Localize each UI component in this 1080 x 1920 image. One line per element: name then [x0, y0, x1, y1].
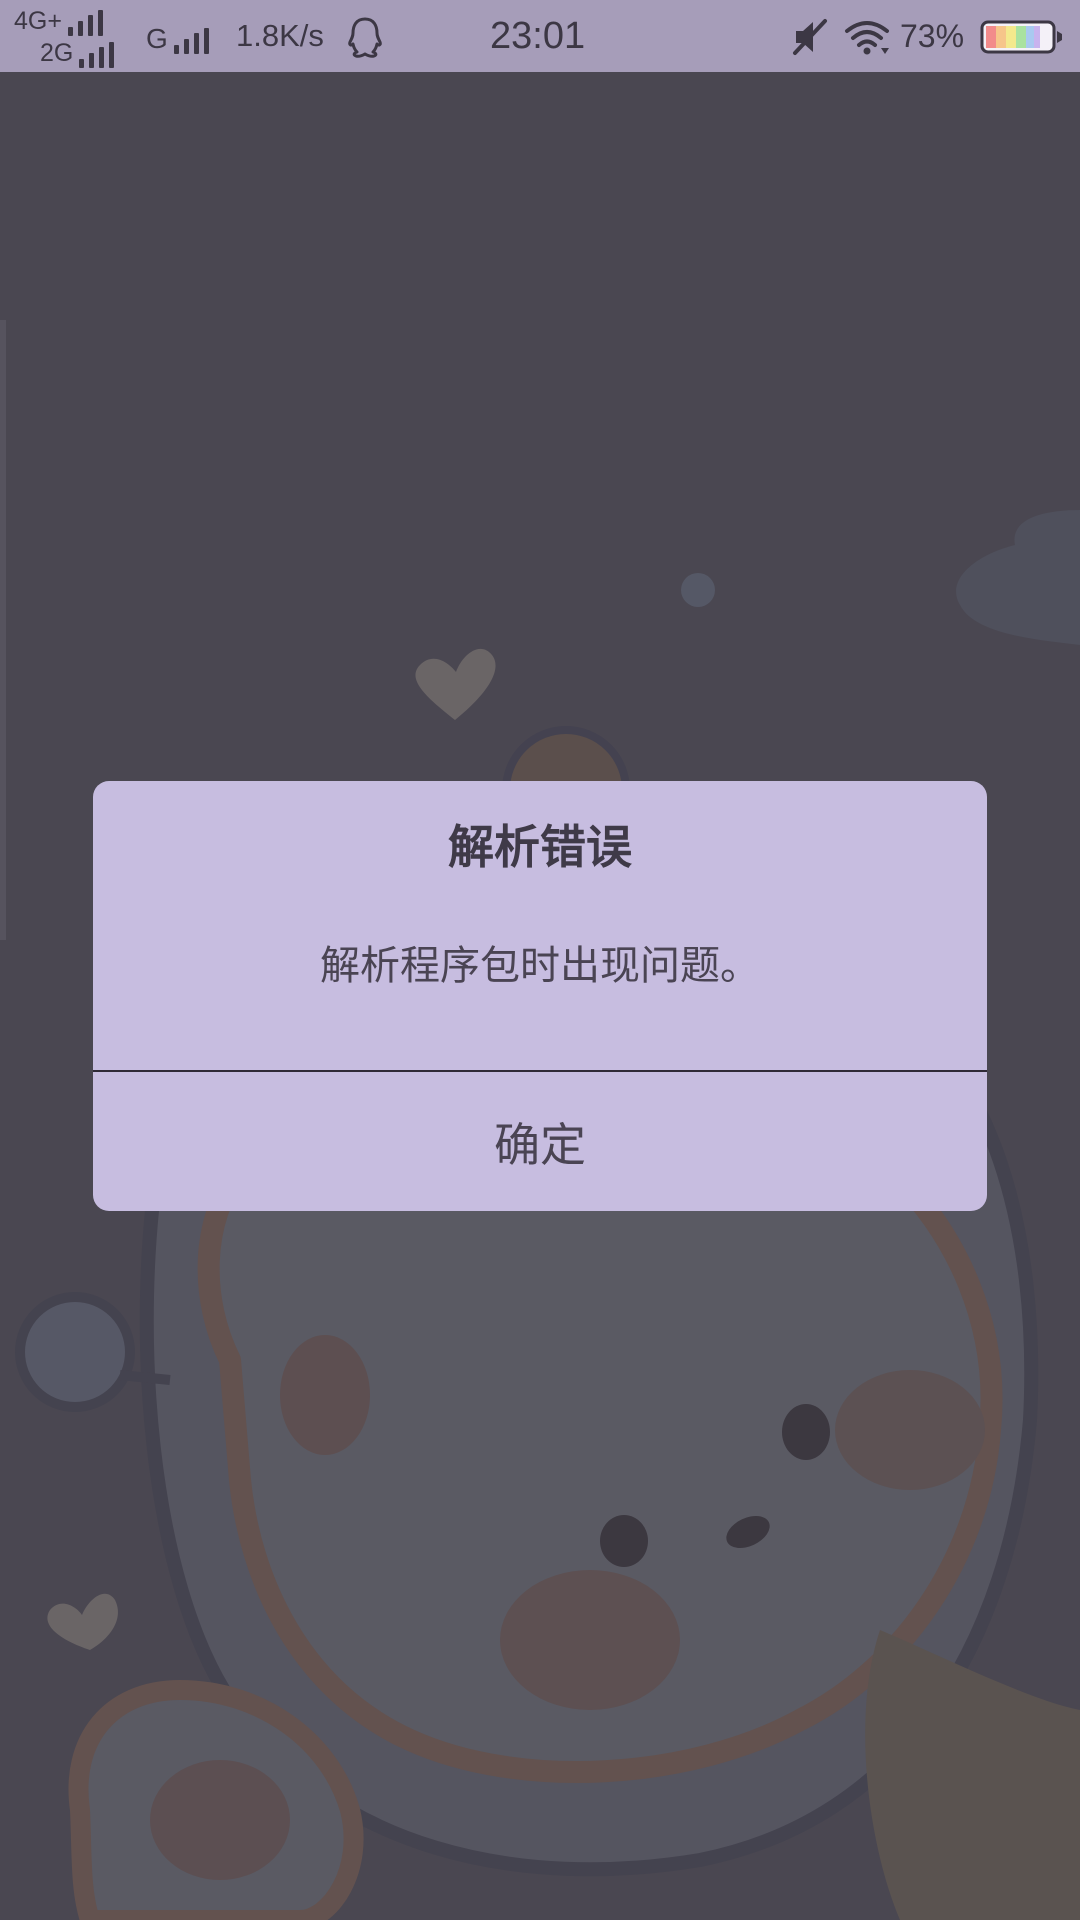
dialog-title: 解析错误	[448, 820, 632, 874]
network-row-tertiary: G	[146, 22, 214, 54]
network-type-tertiary: G	[146, 23, 168, 54]
network-row-secondary: 2G	[40, 38, 119, 68]
error-dialog: 解析错误 解析程序包时出现问题。 确定	[93, 781, 987, 1211]
dialog-message: 解析程序包时出现问题。	[320, 943, 760, 989]
signal-bars-icon	[79, 42, 119, 68]
wifi-icon	[845, 21, 889, 55]
battery-percent: 73%	[900, 18, 965, 54]
signal-bars-icon	[67, 10, 108, 36]
battery-icon	[980, 20, 1062, 54]
network-type-primary: 4G+	[14, 7, 62, 35]
phone-screen: 4G+ 2G G 1.8K/s 23:01 73% 解析错误 解析程序包时出现问…	[0, 0, 1080, 1920]
network-speed: 1.8K/s	[236, 18, 324, 53]
network-indicators: 4G+ 2G	[14, 6, 134, 68]
ok-button[interactable]: 确定	[93, 1072, 987, 1211]
qq-icon	[348, 17, 382, 58]
signal-bars-icon	[173, 28, 214, 54]
mute-icon	[793, 19, 827, 55]
status-bar: 4G+ 2G G 1.8K/s 23:01 73%	[0, 0, 1080, 72]
clock: 23:01	[490, 15, 586, 57]
network-type-secondary: 2G	[40, 39, 74, 67]
network-row-primary: 4G+	[14, 6, 108, 36]
